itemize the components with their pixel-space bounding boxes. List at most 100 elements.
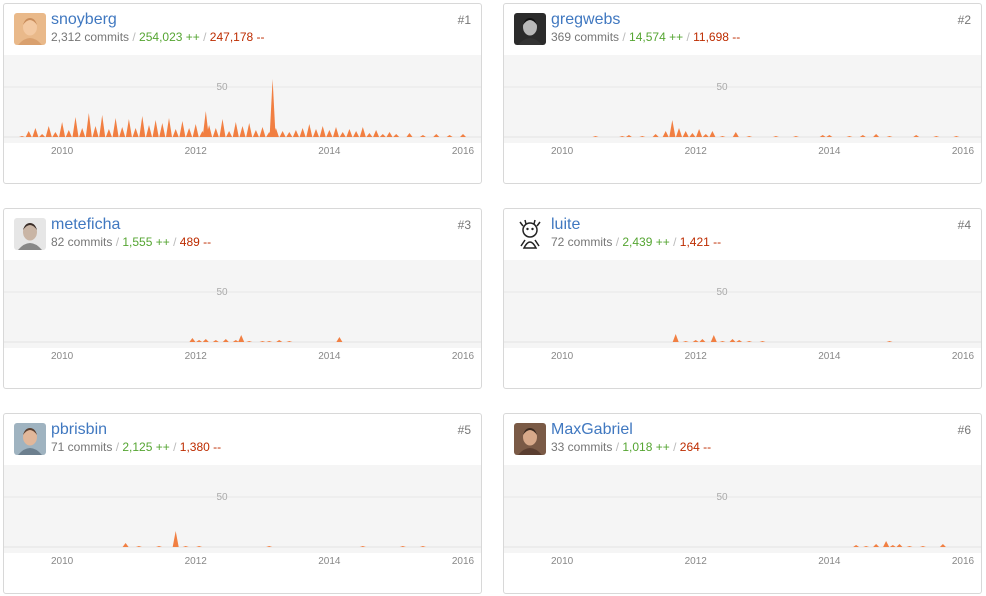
- contributor-card: gregwebs 369 commits / 14,574 ++ / 11,69…: [503, 3, 982, 184]
- x-tick-label: 2012: [685, 556, 708, 567]
- x-tick-label: 2016: [952, 146, 975, 157]
- card-header: meteficha 82 commits / 1,555 ++ / 489 --…: [4, 209, 481, 260]
- contributor-rank: #5: [457, 423, 471, 437]
- commit-count: 2,312 commits: [51, 30, 130, 44]
- contributor-commit-chart: 50 2010 2012 2014 2016: [504, 55, 981, 165]
- stats-separator: /: [203, 30, 210, 44]
- additions-count: 14,574 ++: [629, 30, 684, 44]
- contributor-rank: #3: [457, 218, 471, 232]
- x-tick-label: 2012: [185, 351, 208, 362]
- card-header: gregwebs 369 commits / 14,574 ++ / 11,69…: [504, 4, 981, 55]
- avatar[interactable]: [514, 13, 546, 45]
- additions-count: 2,439 ++: [622, 235, 670, 249]
- x-tick-label: 2016: [452, 146, 475, 157]
- commit-area-chart: 50 2010 2012 2014 2016: [504, 55, 981, 157]
- contributor-rank: #4: [957, 218, 971, 232]
- chart-plot-background: [4, 465, 481, 553]
- commit-count: 72 commits: [551, 235, 613, 249]
- additions-count: 2,125 ++: [122, 440, 170, 454]
- chart-plot-background: [504, 465, 981, 553]
- x-tick-label: 2010: [551, 556, 574, 567]
- stats-separator: /: [173, 235, 180, 249]
- contributor-commit-chart: 50 2010 2012 2014 2016: [4, 55, 481, 165]
- x-tick-label: 2010: [51, 556, 74, 567]
- contributor-name-link[interactable]: pbrisbin: [51, 421, 107, 439]
- commit-area-chart: 50 2010 2012 2014 2016: [4, 465, 481, 567]
- commit-area-chart: 50 2010 2012 2014 2016: [4, 260, 481, 362]
- additions-count: 254,023 ++: [139, 30, 200, 44]
- chart-plot-background: [504, 260, 981, 348]
- y-tick-label: 50: [716, 82, 728, 93]
- stats-separator: /: [673, 440, 680, 454]
- chart-plot-background: [504, 55, 981, 143]
- y-tick-label: 50: [216, 82, 228, 93]
- stats-separator: /: [673, 235, 680, 249]
- y-tick-label: 50: [716, 492, 728, 503]
- x-tick-label: 2014: [318, 351, 341, 362]
- deletions-count: 489 --: [179, 235, 212, 249]
- x-tick-label: 2010: [551, 351, 574, 362]
- chart-plot-background: [4, 260, 481, 348]
- y-tick-label: 50: [716, 287, 728, 298]
- contributor-stats: 71 commits / 2,125 ++ / 1,380 --: [51, 440, 221, 454]
- deletions-count: 247,178 --: [209, 30, 265, 44]
- card-header: MaxGabriel 33 commits / 1,018 ++ / 264 -…: [504, 414, 981, 465]
- commit-area-chart: 50 2010 2012 2014 2016: [504, 465, 981, 567]
- x-tick-label: 2012: [685, 146, 708, 157]
- x-tick-label: 2012: [685, 351, 708, 362]
- card-header: snoyberg 2,312 commits / 254,023 ++ / 24…: [4, 4, 481, 55]
- contributor-rank: #1: [457, 13, 471, 27]
- card-header: luite 72 commits / 2,439 ++ / 1,421 -- #…: [504, 209, 981, 260]
- deletions-count: 264 --: [679, 440, 712, 454]
- x-tick-label: 2014: [818, 556, 841, 567]
- x-tick-label: 2016: [452, 556, 475, 567]
- commit-area-chart: 50 2010 2012 2014 2016: [4, 55, 481, 157]
- contributor-card: MaxGabriel 33 commits / 1,018 ++ / 264 -…: [503, 413, 982, 594]
- luite-avatar-image: [514, 218, 546, 250]
- additions-count: 1,555 ++: [122, 235, 170, 249]
- commit-area-chart: 50 2010 2012 2014 2016: [504, 260, 981, 362]
- contributor-stats: 72 commits / 2,439 ++ / 1,421 --: [551, 235, 721, 249]
- contributor-stats: 33 commits / 1,018 ++ / 264 --: [551, 440, 711, 454]
- contributor-name-link[interactable]: gregwebs: [551, 11, 620, 29]
- commit-count: 369 commits: [551, 30, 620, 44]
- contributor-card: snoyberg 2,312 commits / 254,023 ++ / 24…: [3, 3, 482, 184]
- deletions-count: 1,421 --: [679, 235, 722, 249]
- avatar[interactable]: [514, 423, 546, 455]
- avatar[interactable]: [514, 218, 546, 250]
- x-tick-label: 2010: [51, 351, 74, 362]
- x-tick-label: 2014: [818, 146, 841, 157]
- contributor-name-link[interactable]: meteficha: [51, 216, 120, 234]
- contributor-stats: 82 commits / 1,555 ++ / 489 --: [51, 235, 211, 249]
- avatar[interactable]: [14, 218, 46, 250]
- contributor-commit-chart: 50 2010 2012 2014 2016: [4, 260, 481, 370]
- contributor-rank: #6: [957, 423, 971, 437]
- pbrisbin-avatar-image: [14, 423, 46, 455]
- contributor-card: pbrisbin 71 commits / 2,125 ++ / 1,380 -…: [3, 413, 482, 594]
- additions-count: 1,018 ++: [622, 440, 670, 454]
- contributor-name-link[interactable]: snoyberg: [51, 11, 117, 29]
- maxgabriel-avatar-image: [514, 423, 546, 455]
- contributor-stats: 369 commits / 14,574 ++ / 11,698 --: [551, 30, 740, 44]
- contributor-name-link[interactable]: luite: [551, 216, 580, 234]
- stats-separator: /: [173, 440, 180, 454]
- x-tick-label: 2010: [551, 146, 574, 157]
- x-tick-label: 2010: [51, 146, 74, 157]
- contributor-rank: #2: [957, 13, 971, 27]
- y-tick-label: 50: [216, 287, 228, 298]
- avatar[interactable]: [14, 423, 46, 455]
- contributor-commit-chart: 50 2010 2012 2014 2016: [4, 465, 481, 575]
- deletions-count: 11,698 --: [693, 30, 741, 44]
- contributor-commit-chart: 50 2010 2012 2014 2016: [504, 260, 981, 370]
- avatar[interactable]: [14, 13, 46, 45]
- x-tick-label: 2016: [952, 351, 975, 362]
- commit-count: 71 commits: [51, 440, 113, 454]
- card-header: pbrisbin 71 commits / 2,125 ++ / 1,380 -…: [4, 414, 481, 465]
- x-tick-label: 2014: [318, 556, 341, 567]
- commit-count: 33 commits: [551, 440, 613, 454]
- contributor-name-link[interactable]: MaxGabriel: [551, 421, 633, 439]
- x-tick-label: 2012: [185, 556, 208, 567]
- snoyberg-avatar-image: [14, 13, 46, 45]
- x-tick-label: 2016: [452, 351, 475, 362]
- contributor-commit-chart: 50 2010 2012 2014 2016: [504, 465, 981, 575]
